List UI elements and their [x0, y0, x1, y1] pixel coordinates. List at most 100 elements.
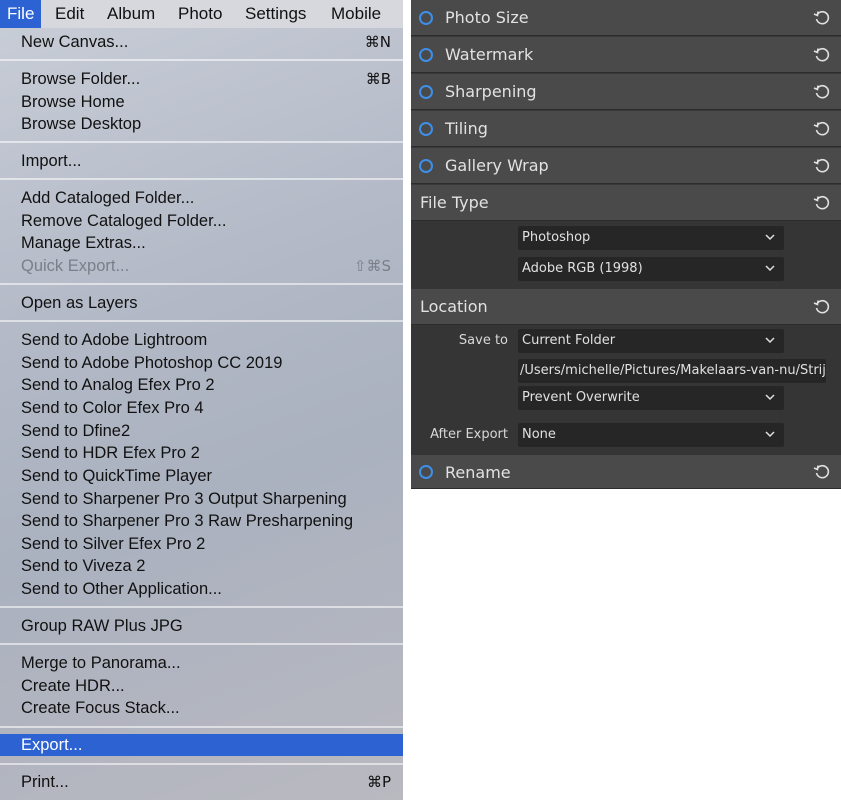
reset-icon[interactable]	[813, 157, 831, 175]
select-value: Photoshop	[522, 230, 591, 245]
menubar-file[interactable]: File	[0, 0, 42, 28]
reset-icon[interactable]	[813, 194, 831, 212]
menubar-settings[interactable]: Settings	[245, 0, 306, 28]
section-photo-size[interactable]: Photo Size	[411, 0, 841, 36]
reset-icon[interactable]	[813, 463, 831, 481]
save-to-select[interactable]: Current Folder	[518, 329, 784, 353]
export-path-field[interactable]: /Users/michelle/Pictures/Makelaars-van-n…	[518, 359, 826, 383]
file-format-select[interactable]: Photoshop	[518, 226, 784, 250]
menu-item-label: Send to Adobe Lightroom	[21, 331, 208, 349]
menu-item-label: Open as Layers	[21, 294, 138, 312]
menu-item-send-to-dfine[interactable]: Send to Dfine2	[0, 420, 403, 442]
section-title: Watermark	[445, 45, 534, 64]
toggle-circle-icon[interactable]	[419, 11, 433, 25]
menu-item-remove-cataloged-folder[interactable]: Remove Cataloged Folder...	[0, 210, 403, 232]
after-export-select[interactable]: None	[518, 423, 784, 447]
menu-separator	[0, 59, 403, 61]
menu-item-group-raw-plus-jpg[interactable]: Group RAW Plus JPG	[0, 615, 403, 637]
select-value: None	[522, 427, 556, 442]
toggle-circle-icon[interactable]	[419, 159, 433, 173]
section-title: File Type	[420, 193, 489, 212]
toggle-circle-icon[interactable]	[419, 465, 433, 479]
menu-item-label: Create Focus Stack...	[21, 699, 180, 717]
menu-item-new-canvas[interactable]: New Canvas... ⌘N	[0, 31, 403, 53]
menu-item-send-to-hdr-efex[interactable]: Send to HDR Efex Pro 2	[0, 442, 403, 464]
select-value: Adobe RGB (1998)	[522, 261, 643, 276]
section-sharpening[interactable]: Sharpening	[411, 74, 841, 110]
section-title: Gallery Wrap	[445, 156, 549, 175]
menu-item-export[interactable]: Export...	[0, 734, 403, 756]
menu-separator	[0, 726, 403, 728]
menu-item-label: Send to QuickTime Player	[21, 467, 213, 485]
menu-item-create-hdr[interactable]: Create HDR...	[0, 675, 403, 697]
chevron-down-icon	[765, 265, 775, 272]
menubar-album[interactable]: Album	[107, 0, 155, 28]
section-tiling[interactable]: Tiling	[411, 111, 841, 147]
section-location[interactable]: Location	[411, 289, 841, 325]
menu-item-print[interactable]: Print... ⌘P	[0, 771, 403, 793]
overwrite-select[interactable]: Prevent Overwrite	[518, 386, 784, 410]
menu-item-send-to-analog-efex[interactable]: Send to Analog Efex Pro 2	[0, 374, 403, 396]
toggle-circle-icon[interactable]	[419, 85, 433, 99]
section-title: Sharpening	[445, 82, 537, 101]
toggle-circle-icon[interactable]	[419, 122, 433, 136]
menu-item-send-to-photoshop[interactable]: Send to Adobe Photoshop CC 2019	[0, 352, 403, 374]
menu-item-send-to-quicktime[interactable]: Send to QuickTime Player	[0, 465, 403, 487]
menu-item-label: Add Cataloged Folder...	[21, 189, 195, 207]
section-file-type[interactable]: File Type	[411, 185, 841, 221]
section-title: Tiling	[445, 119, 488, 138]
menu-item-send-to-silver-efex[interactable]: Send to Silver Efex Pro 2	[0, 533, 403, 555]
section-watermark[interactable]: Watermark	[411, 37, 841, 73]
menu-item-open-as-layers[interactable]: Open as Layers	[0, 292, 403, 314]
reset-icon[interactable]	[813, 120, 831, 138]
menu-item-import[interactable]: Import...	[0, 150, 403, 172]
menu-item-send-to-sharpener-raw[interactable]: Send to Sharpener Pro 3 Raw Presharpenin…	[0, 510, 403, 532]
menu-item-label: Quick Export...	[21, 257, 130, 275]
menu-separator	[0, 141, 403, 143]
menu-item-send-to-color-efex[interactable]: Send to Color Efex Pro 4	[0, 397, 403, 419]
menu-separator	[0, 283, 403, 285]
menu-item-browse-home[interactable]: Browse Home	[0, 91, 403, 113]
section-title: Location	[420, 297, 488, 316]
menu-item-send-to-other-application[interactable]: Send to Other Application...	[0, 578, 403, 600]
chevron-down-icon	[765, 234, 775, 241]
menu-separator	[0, 606, 403, 608]
toggle-circle-icon[interactable]	[419, 48, 433, 62]
menu-item-manage-extras[interactable]: Manage Extras...	[0, 232, 403, 254]
menu-item-label: Send to Sharpener Pro 3 Raw Presharpenin…	[21, 512, 354, 530]
reset-icon[interactable]	[813, 298, 831, 316]
reset-icon[interactable]	[813, 9, 831, 27]
menubar-mobile[interactable]: Mobile	[331, 0, 381, 28]
menu-item-label: Send to Dfine2	[21, 422, 131, 440]
reset-icon[interactable]	[813, 83, 831, 101]
menu-item-send-to-sharpener-output[interactable]: Send to Sharpener Pro 3 Output Sharpenin…	[0, 488, 403, 510]
menu-item-browse-folder[interactable]: Browse Folder... ⌘B	[0, 68, 403, 90]
menu-item-label: Send to Viveza 2	[21, 557, 146, 575]
menubar-photo[interactable]: Photo	[178, 0, 222, 28]
menu-item-label: Send to Other Application...	[21, 580, 222, 598]
menu-item-browse-desktop[interactable]: Browse Desktop	[0, 113, 403, 135]
menu-item-create-focus-stack[interactable]: Create Focus Stack...	[0, 697, 403, 719]
menu-item-shortcut: ⇧⌘S	[353, 257, 391, 275]
menu-item-send-to-lightroom[interactable]: Send to Adobe Lightroom	[0, 329, 403, 351]
chevron-down-icon	[765, 337, 775, 344]
section-rename[interactable]: Rename	[411, 455, 841, 489]
menu-item-label: Send to Adobe Photoshop CC 2019	[21, 354, 283, 372]
menu-item-add-cataloged-folder[interactable]: Add Cataloged Folder...	[0, 187, 403, 209]
menu-item-label: Remove Cataloged Folder...	[21, 212, 227, 230]
menu-separator	[0, 320, 403, 322]
menu-item-send-to-viveza[interactable]: Send to Viveza 2	[0, 555, 403, 577]
reset-icon[interactable]	[813, 46, 831, 64]
menu-item-merge-to-panorama[interactable]: Merge to Panorama...	[0, 652, 403, 674]
menu-bar: File Edit Album Photo Settings Mobile	[0, 0, 403, 28]
menu-item-shortcut: ⌘P	[366, 773, 391, 791]
menubar-edit[interactable]: Edit	[55, 0, 84, 28]
menu-item-label: New Canvas...	[21, 33, 129, 51]
location-body: Save to Current Folder /Users/michelle/P…	[411, 325, 841, 455]
section-gallery-wrap[interactable]: Gallery Wrap	[411, 148, 841, 184]
export-settings-panel: Photo Size Watermark Sharpening Tiling G…	[411, 0, 841, 489]
menu-item-label: Send to Silver Efex Pro 2	[21, 535, 206, 553]
save-to-label: Save to	[458, 333, 508, 348]
menu-item-label: Create HDR...	[21, 677, 125, 695]
color-profile-select[interactable]: Adobe RGB (1998)	[518, 257, 784, 281]
